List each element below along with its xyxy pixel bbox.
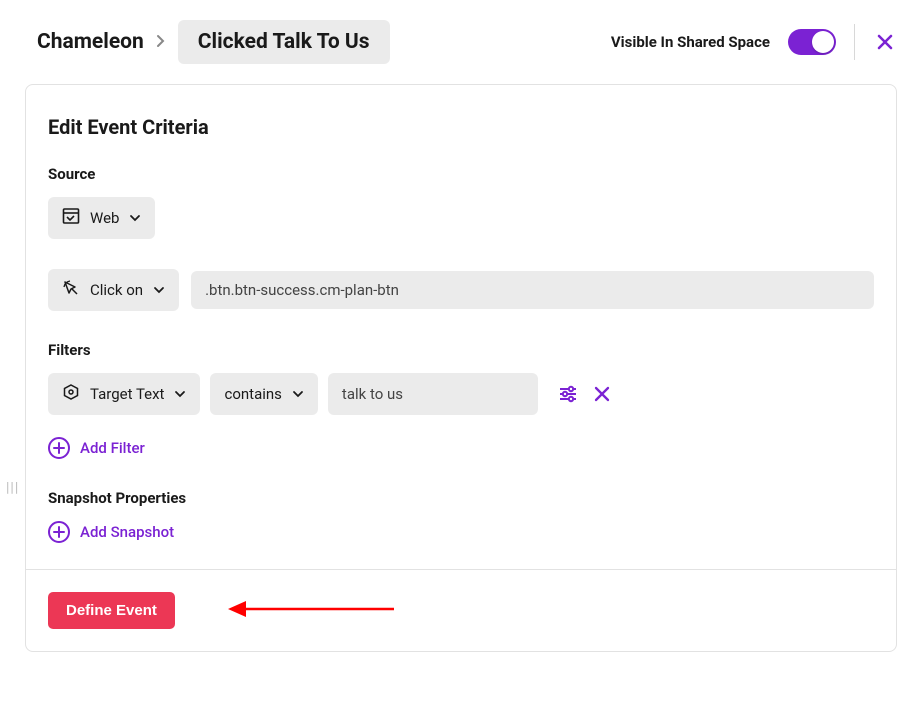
filter-settings-button[interactable]	[556, 382, 580, 406]
action-select[interactable]: Click on	[48, 269, 179, 311]
arrow-left-icon	[226, 597, 396, 621]
chevron-down-icon	[174, 388, 186, 400]
card-footer: Define Event	[26, 569, 896, 651]
filter-value-input[interactable]: talk to us	[328, 373, 538, 415]
add-snapshot-label: Add Snapshot	[80, 523, 174, 541]
filter-remove-button[interactable]	[590, 382, 614, 406]
header-actions: Visible In Shared Space	[611, 24, 897, 60]
toggle-knob	[812, 31, 834, 53]
plus-circle-icon	[48, 437, 70, 459]
filter-operator-value: contains	[224, 385, 281, 403]
annotation-arrow	[226, 597, 396, 621]
breadcrumb-current[interactable]: Clicked Talk To Us	[178, 20, 390, 64]
source-section-label: Source	[48, 165, 874, 183]
plus-circle-icon	[48, 521, 70, 543]
action-label: Click on	[90, 281, 143, 299]
breadcrumb-root[interactable]: Chameleon	[37, 30, 144, 54]
chevron-down-icon	[153, 284, 165, 296]
selector-input[interactable]: .btn.btn-success.cm-plan-btn	[191, 271, 874, 309]
chevron-down-icon	[129, 212, 141, 224]
snapshot-section-label: Snapshot Properties	[48, 489, 874, 507]
edit-event-card: ||| Edit Event Criteria Source Web	[25, 84, 897, 652]
visible-in-shared-space-label: Visible In Shared Space	[611, 33, 770, 51]
cursor-click-icon	[62, 279, 80, 301]
web-icon	[62, 207, 80, 229]
source-value: Web	[90, 209, 119, 227]
sliders-icon	[558, 384, 578, 404]
divider	[854, 24, 855, 60]
close-icon	[594, 386, 610, 402]
add-filter-button[interactable]: Add Filter	[48, 437, 145, 459]
add-filter-label: Add Filter	[80, 439, 145, 457]
chevron-right-icon	[156, 33, 166, 52]
filter-operator-select[interactable]: contains	[210, 373, 317, 415]
drag-handle-icon[interactable]: |||	[6, 480, 19, 496]
close-button[interactable]	[873, 30, 897, 54]
target-icon	[62, 383, 80, 405]
header: Chameleon Clicked Talk To Us Visible In …	[25, 20, 897, 64]
filter-property-value: Target Text	[90, 385, 164, 403]
breadcrumb: Chameleon Clicked Talk To Us	[37, 20, 390, 64]
visibility-toggle[interactable]	[788, 29, 836, 55]
define-event-button[interactable]: Define Event	[48, 592, 175, 629]
chevron-down-icon	[292, 388, 304, 400]
filter-property-select[interactable]: Target Text	[48, 373, 200, 415]
add-snapshot-button[interactable]: Add Snapshot	[48, 521, 174, 543]
filters-section-label: Filters	[48, 341, 874, 359]
close-icon	[876, 33, 894, 51]
card-title: Edit Event Criteria	[48, 115, 874, 139]
source-select[interactable]: Web	[48, 197, 155, 239]
